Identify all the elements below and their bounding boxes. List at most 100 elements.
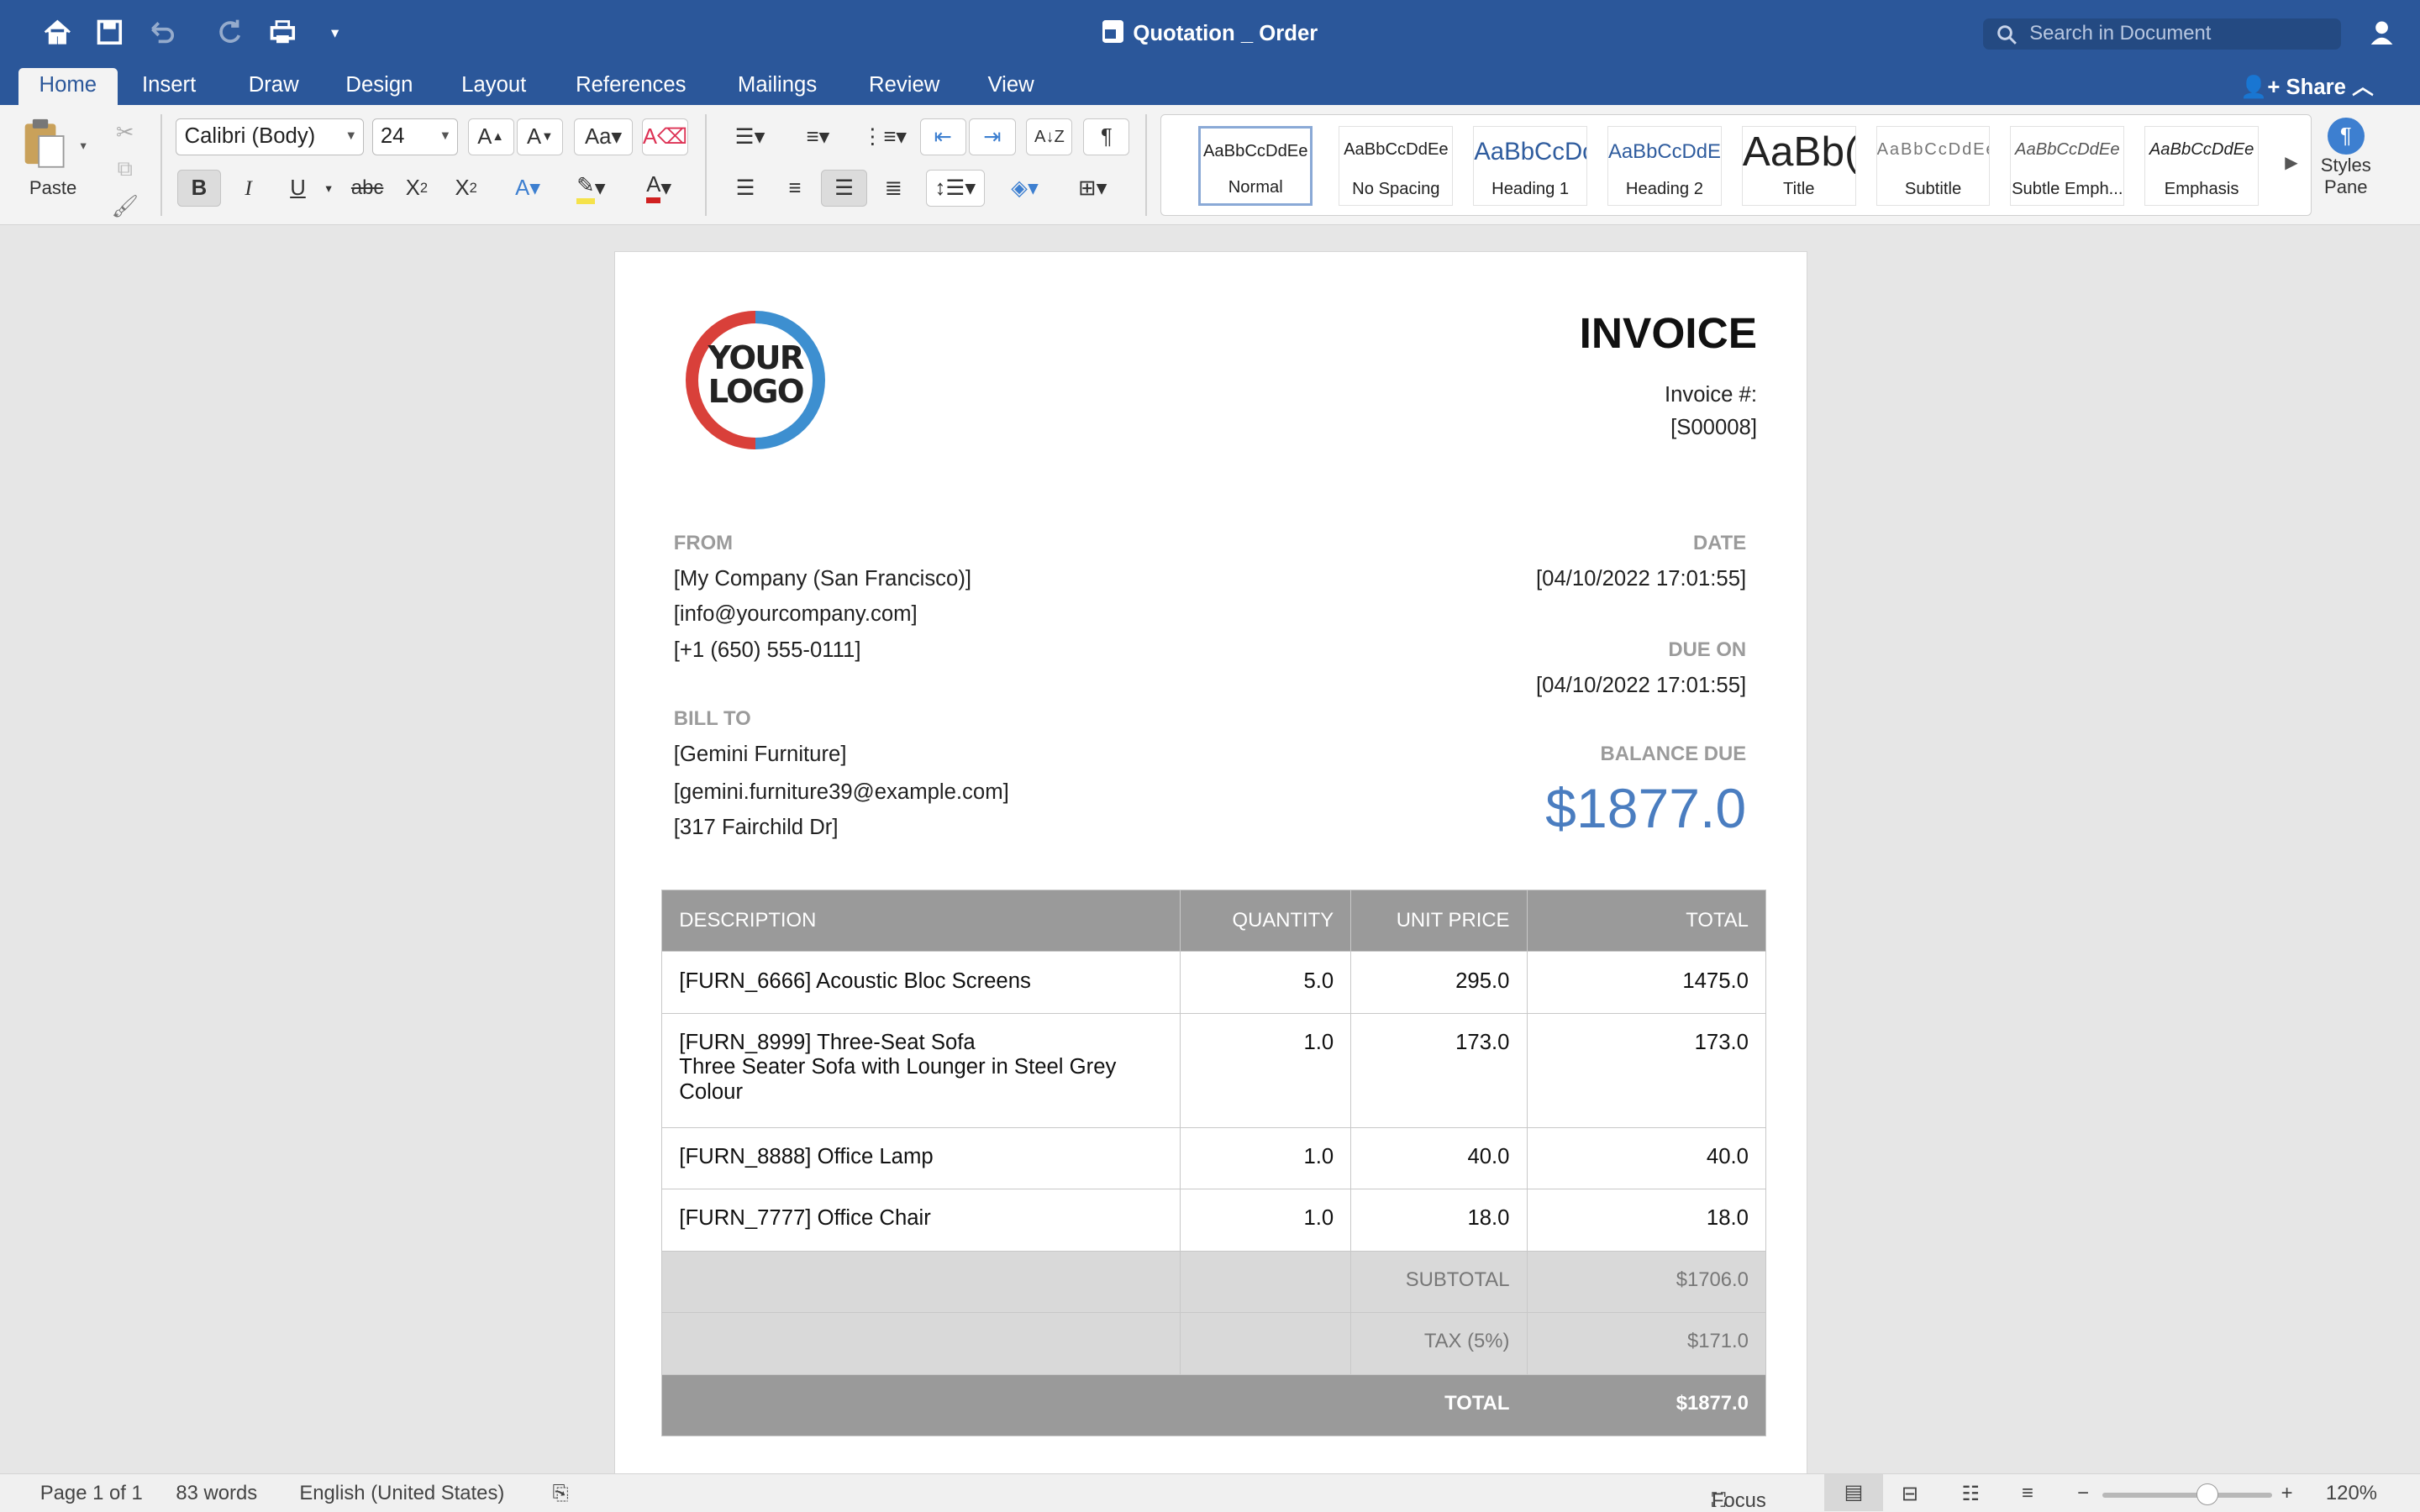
save-icon[interactable] xyxy=(92,15,126,49)
home-icon[interactable] xyxy=(40,15,74,49)
style-normal[interactable]: AaBbCcDdEe Normal xyxy=(1198,125,1313,207)
bullets-icon[interactable]: ☰▾ xyxy=(719,118,781,155)
style-no-spacing[interactable]: AaBbCcDdEe No Spacing xyxy=(1339,125,1454,207)
zoom-out-icon[interactable]: − xyxy=(2077,1482,2089,1505)
account-icon[interactable] xyxy=(2366,15,2400,49)
align-left-icon[interactable]: ☰ xyxy=(723,170,769,207)
tab-view[interactable]: View xyxy=(969,68,1052,105)
tab-mailings[interactable]: Mailings xyxy=(719,68,835,105)
shrink-font-icon[interactable]: A ▼ xyxy=(517,118,564,156)
customize-toolbar-icon[interactable]: ▾ xyxy=(318,15,351,49)
justify-icon[interactable]: ≣ xyxy=(871,170,917,207)
highlight-icon[interactable]: ✎ ▾ xyxy=(560,170,622,207)
tab-layout[interactable]: Layout xyxy=(443,68,544,105)
zoom-slider[interactable] xyxy=(2102,1483,2272,1505)
date-label: DATE xyxy=(1692,531,1747,554)
grow-font-icon[interactable]: A ▲ xyxy=(467,118,514,156)
tab-insert[interactable]: Insert xyxy=(124,68,214,105)
zoom-level[interactable]: 120% xyxy=(2326,1482,2377,1505)
align-center-icon[interactable]: ≡ xyxy=(771,170,818,207)
add-person-icon: 👤+ xyxy=(2240,75,2281,99)
strikethrough-button[interactable]: abc xyxy=(345,170,391,207)
paste-button[interactable]: ▾ xyxy=(22,118,92,182)
sort-icon[interactable]: A↓Z xyxy=(1026,118,1073,156)
item-quantity: 1.0 xyxy=(1179,1189,1352,1252)
document-page[interactable]: YOUR LOGO INVOICE Invoice #: [S00008] FR… xyxy=(614,251,1807,1486)
subtotal-row: SUBTOTAL $1706.0 xyxy=(661,1250,1767,1314)
undo-icon[interactable] xyxy=(145,15,179,49)
item-description: [FURN_7777] Office Chair xyxy=(661,1189,1181,1252)
tab-review[interactable]: Review xyxy=(850,68,958,105)
font-size-select[interactable]: 24 ▼ xyxy=(371,118,459,156)
subtotal-label: SUBTOTAL xyxy=(1350,1250,1528,1314)
cut-icon[interactable]: ✂ xyxy=(108,114,142,151)
subscript-button[interactable]: X2 xyxy=(395,170,438,207)
web-layout-icon[interactable]: ⊟ xyxy=(1902,1482,1918,1506)
underline-button[interactable]: U xyxy=(276,170,319,207)
print-icon[interactable] xyxy=(266,15,299,49)
table-row: [FURN_7777] Office Chair 1.0 18.0 18.0 xyxy=(661,1189,1767,1252)
style-title[interactable]: AaBb(Title xyxy=(1741,125,1856,207)
search-input[interactable]: Search in Document xyxy=(1983,18,2342,50)
page-count[interactable]: Page 1 of 1 xyxy=(40,1482,143,1505)
align-right-icon[interactable]: ☰ xyxy=(821,170,868,207)
tab-draw[interactable]: Draw xyxy=(230,68,318,105)
underline-options-icon[interactable]: ▾ xyxy=(319,170,338,207)
change-case-icon[interactable]: Aa▾ xyxy=(574,118,634,156)
styles-next-icon[interactable]: ▶ xyxy=(2285,152,2298,173)
tab-design[interactable]: Design xyxy=(327,68,431,105)
clear-formatting-icon[interactable]: A⌫ xyxy=(642,118,689,156)
borders-icon[interactable]: ⊞▾ xyxy=(1062,170,1123,207)
line-spacing-icon[interactable]: ↕☰▾ xyxy=(926,170,985,207)
text-effects-icon[interactable]: A▾ xyxy=(502,170,554,207)
from-phone: [+1 (650) 555-0111] xyxy=(673,638,861,662)
multilevel-list-icon[interactable]: ⋮≡▾ xyxy=(855,118,914,155)
subtotal-value: $1706.0 xyxy=(1526,1250,1767,1314)
zoom-in-icon[interactable]: + xyxy=(2281,1482,2293,1505)
item-total: 18.0 xyxy=(1526,1189,1767,1252)
show-formatting-icon[interactable]: ¶ xyxy=(1083,118,1130,156)
redo-icon[interactable] xyxy=(213,15,246,49)
tab-home[interactable]: Home xyxy=(18,67,118,105)
bold-button[interactable]: B xyxy=(177,170,221,207)
invoice-date: [04/10/2022 17:01:55] xyxy=(1536,567,1747,591)
italic-button[interactable]: I xyxy=(227,170,270,207)
chevron-down-icon: ▼ xyxy=(345,129,358,144)
table-row: [FURN_8888] Office Lamp 1.0 40.0 40.0 xyxy=(661,1126,1767,1190)
item-description: [FURN_8888] Office Lamp xyxy=(661,1126,1181,1190)
style-subtle-emphasis[interactable]: AaBbCcDdEe Subtle Emph... xyxy=(2010,125,2125,207)
style-heading-1[interactable]: AaBbCcDc Heading 1 xyxy=(1473,125,1588,207)
table-row: [FURN_6666] Acoustic Bloc Screens 5.0 29… xyxy=(661,951,1767,1014)
shading-icon[interactable]: ◈▾ xyxy=(994,170,1055,207)
language-indicator[interactable]: English (United States) xyxy=(299,1482,504,1505)
format-painter-icon[interactable]: 🖌 xyxy=(108,188,142,225)
share-button[interactable]: 👤+ Share ︿ xyxy=(2240,70,2373,101)
tab-references[interactable]: References xyxy=(557,68,705,105)
from-company: [My Company (San Francisco)] xyxy=(673,567,972,591)
styles-pane-button[interactable]: ¶ Styles Pane xyxy=(2315,117,2376,198)
decrease-indent-icon[interactable]: ⇤ xyxy=(919,118,966,156)
increase-indent-icon[interactable]: ⇥ xyxy=(969,118,1016,156)
styles-gallery: AaBbCcDdEe Normal AaBbCcDdEe No Spacing Aa… xyxy=(1160,113,2312,217)
line-items-table: DESCRIPTION QUANTITY UNIT PRICE TOTAL [F… xyxy=(661,889,1767,1436)
company-logo: YOUR LOGO xyxy=(686,311,825,450)
style-subtitle[interactable]: AaBbCcDdEe Subtitle xyxy=(1876,125,1991,207)
draft-view-icon[interactable]: ≡ xyxy=(2022,1482,2033,1505)
word-count[interactable]: 83 words xyxy=(176,1482,257,1505)
zoom-slider-thumb[interactable] xyxy=(2196,1483,2218,1505)
tax-row: TAX (5%) $171.0 xyxy=(661,1312,1767,1375)
font-color-icon[interactable]: A ▾ xyxy=(629,170,690,207)
numbering-icon[interactable]: ≡▾ xyxy=(787,118,849,155)
paste-options-icon[interactable]: ▾ xyxy=(80,139,86,153)
clipboard-icon xyxy=(24,118,65,168)
track-changes-icon[interactable]: ⎘ xyxy=(553,1482,569,1505)
outline-view-icon[interactable]: ☷ xyxy=(1961,1482,1979,1506)
font-name-select[interactable]: Calibri (Body) ▼ xyxy=(176,118,365,156)
from-label: FROM xyxy=(673,531,734,554)
print-layout-icon[interactable]: ▤ xyxy=(1823,1474,1883,1512)
superscript-button[interactable]: X2 xyxy=(445,170,487,207)
item-quantity: 1.0 xyxy=(1179,1126,1352,1190)
style-heading-2[interactable]: AaBbCcDdEe Heading 2 xyxy=(1607,125,1722,207)
style-emphasis[interactable]: AaBbCcDdEe Emphasis xyxy=(2144,125,2260,207)
copy-icon[interactable]: ⧉ xyxy=(108,151,142,188)
